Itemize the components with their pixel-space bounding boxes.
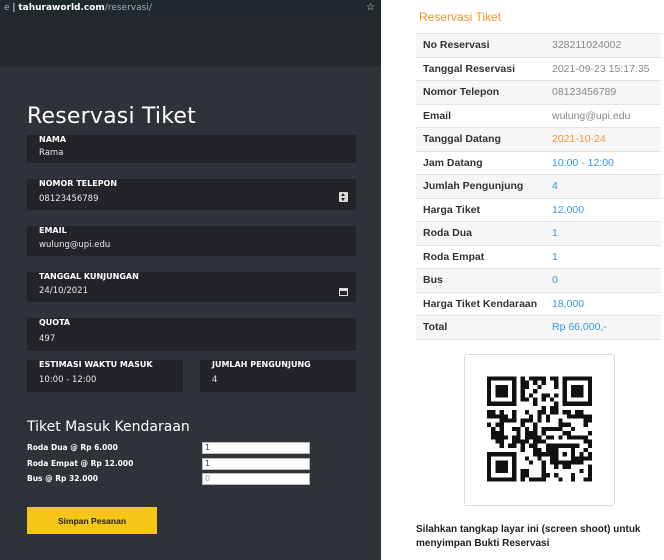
receipt-row: Tanggal Reservasi 2021-09-23 15:17:35 <box>416 56 661 81</box>
receipt-key: Harga Tiket Kendaraan <box>416 291 545 316</box>
jumlah-label: JUMLAH PENGUNJUNG <box>212 360 311 369</box>
calendar-icon[interactable] <box>339 288 348 296</box>
receipt-value: 18,000 <box>545 291 661 316</box>
receipt-key: Total <box>416 315 545 340</box>
receipt-row: Bus 0 <box>416 268 661 292</box>
quota-value: 497 <box>39 334 56 344</box>
bookmark-star-icon[interactable]: ☆ <box>366 2 375 13</box>
reservation-form-panel: e | tahuraworld.com/reservasi/ ☆ Reserva… <box>0 0 381 560</box>
qr-code-icon <box>487 376 592 482</box>
receipt-title: Reservasi Tiket <box>419 10 502 24</box>
estimasi-select[interactable]: 10:00 - 12:00 <box>39 375 96 385</box>
telepon-label: NOMOR TELEPON <box>39 179 118 188</box>
roda-empat-label: Roda Empat @ Rp 12.000 <box>27 459 134 468</box>
receipt-row: Total Rp 66,000,- <box>416 315 661 340</box>
receipt-row: Email wulung@upi.edu <box>416 103 661 128</box>
email-input[interactable]: wulung@upi.edu <box>39 240 110 250</box>
quota-label: QUOTA <box>39 318 71 327</box>
receipt-row: No Reservasi 328211024002 <box>416 33 661 57</box>
site-header <box>0 17 381 67</box>
email-label: EMAIL <box>39 226 67 235</box>
roda-dua-input[interactable]: 1 <box>202 442 310 454</box>
receipt-key: No Reservasi <box>416 33 545 57</box>
receipt-value: wulung@upi.edu <box>545 103 661 128</box>
simpan-pesanan-button[interactable]: Simpan Pesanan <box>27 507 157 534</box>
nama-label: NAMA <box>39 135 67 144</box>
receipt-key: Tanggal Datang <box>416 127 545 151</box>
telepon-field[interactable]: NOMOR TELEPON 08123456789 <box>27 179 356 210</box>
qr-code-box <box>464 354 615 506</box>
receipt-row: Roda Empat 1 <box>416 244 661 269</box>
receipt-row: Harga Tiket Kendaraan 18,000 <box>416 291 661 316</box>
roda-dua-label: Roda Dua @ Rp 6.000 <box>27 443 118 452</box>
nama-input[interactable]: Rama <box>39 148 63 158</box>
receipt-key: Bus <box>416 268 545 292</box>
kendaraan-title: Tiket Masuk Kendaraan <box>27 419 190 435</box>
receipt-value: 08123456789 <box>545 80 661 104</box>
quota-field: QUOTA 497 <box>27 318 356 351</box>
receipt-key: Jumlah Pengunjung <box>416 174 545 198</box>
jumlah-input[interactable]: 4 <box>212 375 217 385</box>
receipt-value: 2021-09-23 15:17:35 <box>545 56 661 81</box>
receipt-key: Harga Tiket <box>416 197 545 222</box>
receipt-value: Rp 66,000,- <box>545 315 661 340</box>
tanggal-field[interactable]: TANGGAL KUNJUNGAN 24/10/2021 <box>27 272 356 302</box>
receipt-row: Harga Tiket 12,000 <box>416 197 661 222</box>
screenshot-note: Silahkan tangkap layar ini (screen shoot… <box>416 524 641 549</box>
receipt-row: Jam Datang 10:00 - 12:00 <box>416 150 661 175</box>
receipt-row: Tanggal Datang 2021-10-24 <box>416 127 661 151</box>
receipt-key: Roda Empat <box>416 244 545 269</box>
receipt-value: 4 <box>545 174 661 198</box>
receipt-value: 0 <box>545 268 661 292</box>
estimasi-label: ESTIMASI WAKTU MASUK <box>39 360 153 369</box>
receipt-value: 328211024002 <box>545 33 661 57</box>
receipt-key: Email <box>416 103 545 128</box>
receipt-key: Roda Dua <box>416 221 545 245</box>
telepon-input[interactable]: 08123456789 <box>39 194 99 204</box>
browser-address-bar[interactable]: e | tahuraworld.com/reservasi/ ☆ <box>0 0 381 17</box>
receipt-key: Tanggal Reservasi <box>416 56 545 81</box>
receipt-key: Nomor Telepon <box>416 80 545 104</box>
receipt-row: Jumlah Pengunjung 4 <box>416 174 661 198</box>
url-host: tahuraworld.com <box>18 3 105 13</box>
tanggal-label: TANGGAL KUNJUNGAN <box>39 272 139 281</box>
estimasi-field[interactable]: ESTIMASI WAKTU MASUK 10:00 - 12:00 <box>27 360 183 392</box>
url-text[interactable]: e | tahuraworld.com/reservasi/ <box>4 3 152 13</box>
bus-input[interactable]: 0 <box>202 473 310 485</box>
receipt-table: No Reservasi 328211024002 Tanggal Reservas… <box>416 33 661 340</box>
roda-empat-input[interactable]: 1 <box>202 458 310 470</box>
url-path: /reservasi/ <box>104 3 152 13</box>
url-prefix: e <box>4 3 10 13</box>
number-spinner-icon[interactable] <box>339 192 348 202</box>
receipt-value: 12,000 <box>545 197 661 222</box>
tanggal-input[interactable]: 24/10/2021 <box>39 286 88 296</box>
bus-label: Bus @ Rp 32.000 <box>27 474 98 483</box>
email-field[interactable]: EMAIL wulung@upi.edu <box>27 226 356 256</box>
receipt-value: 2021-10-24 <box>545 127 661 151</box>
receipt-value: 10:00 - 12:00 <box>545 150 661 175</box>
receipt-row: Roda Dua 1 <box>416 221 661 245</box>
receipt-value: 1 <box>545 221 661 245</box>
nama-field[interactable]: NAMA Rama <box>27 135 356 163</box>
receipt-value: 1 <box>545 244 661 269</box>
form-title: Reservasi Tiket <box>27 104 196 129</box>
receipt-row: Nomor Telepon 08123456789 <box>416 80 661 104</box>
jumlah-field[interactable]: JUMLAH PENGUNJUNG 4 <box>200 360 356 392</box>
receipt-key: Jam Datang <box>416 150 545 175</box>
